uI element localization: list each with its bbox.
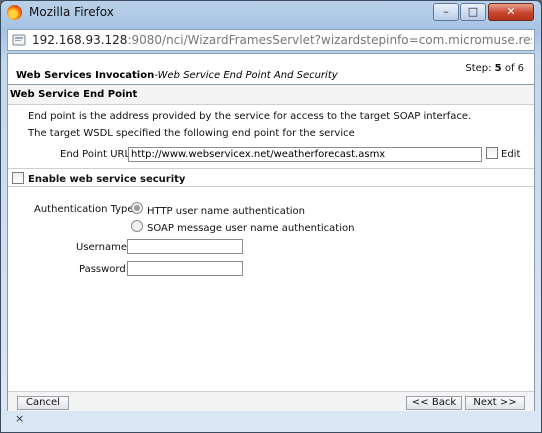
endpoint-description-2: The target WSDL specified the following … bbox=[28, 128, 355, 139]
auth-type-label: Authentication Type: bbox=[34, 204, 137, 215]
enable-security-checkbox[interactable] bbox=[12, 172, 24, 184]
username-label: Username: bbox=[76, 242, 131, 253]
soap-auth-label: SOAP message user name authentication bbox=[147, 223, 355, 234]
endpoint-section-title: Web Service End Point bbox=[10, 89, 138, 100]
page-icon bbox=[12, 34, 26, 46]
password-label: Password: bbox=[79, 264, 130, 275]
status-bar: × bbox=[7, 411, 535, 428]
http-auth-radio[interactable] bbox=[131, 202, 143, 214]
firefox-logo-icon bbox=[7, 5, 22, 20]
minimize-button[interactable]: – bbox=[433, 3, 459, 21]
step-indicator: Step: 5 of 6 bbox=[465, 63, 524, 74]
address-bar[interactable]: 192.168.93.128:9080/nci/WizardFramesServ… bbox=[7, 29, 535, 51]
endpoint-url-field[interactable]: http://www.webservicex.net/weatherforeca… bbox=[128, 147, 482, 162]
endpoint-url-label: End Point URL: bbox=[60, 149, 134, 160]
maximize-button[interactable]: □ bbox=[460, 3, 486, 21]
step-suffix: of 6 bbox=[501, 63, 524, 74]
close-icon[interactable]: × bbox=[15, 412, 24, 425]
password-field[interactable] bbox=[127, 261, 243, 276]
edit-checkbox[interactable] bbox=[486, 147, 498, 159]
wizard-header: Web Services Invocation-Web Service End … bbox=[8, 54, 534, 85]
wizard-content: Web Services Invocation-Web Service End … bbox=[7, 53, 535, 411]
wizard-title: Web Services Invocation-Web Service End … bbox=[16, 63, 338, 82]
cancel-button[interactable]: Cancel bbox=[17, 396, 69, 410]
back-button[interactable]: << Back bbox=[406, 396, 462, 410]
close-window-button[interactable]: ✕ bbox=[488, 3, 534, 21]
wizard-title-main: Web Services Invocation bbox=[16, 70, 155, 81]
title-bar: Mozilla Firefox – □ ✕ bbox=[1, 1, 541, 25]
soap-auth-radio[interactable] bbox=[131, 220, 143, 232]
http-auth-label: HTTP user name authentication bbox=[147, 206, 305, 217]
edit-label: Edit bbox=[501, 149, 521, 160]
wizard-title-sub: -Web Service End Point And Security bbox=[154, 70, 338, 81]
url-path: :9080/nci/WizardFramesServlet?wizardstep… bbox=[127, 33, 532, 47]
url-host: 192.168.93.128 bbox=[32, 33, 128, 47]
url-text: 192.168.93.128:9080/nci/WizardFramesServ… bbox=[32, 33, 532, 47]
step-prefix: Step: bbox=[465, 63, 495, 74]
enable-security-label: Enable web service security bbox=[28, 174, 186, 185]
endpoint-section-header: Web Service End Point bbox=[8, 85, 534, 105]
window-title: Mozilla Firefox bbox=[29, 5, 114, 19]
username-field[interactable] bbox=[127, 239, 243, 254]
divider bbox=[8, 168, 534, 169]
step-current: 5 bbox=[494, 63, 502, 74]
next-button[interactable]: Next >> bbox=[465, 396, 525, 410]
divider bbox=[8, 186, 534, 187]
endpoint-description-1: End point is the address provided by the… bbox=[28, 111, 472, 122]
browser-window: Mozilla Firefox – □ ✕ 192.168.93.128:908… bbox=[0, 0, 542, 433]
wizard-footer: Cancel << Back Next >> bbox=[8, 391, 534, 411]
